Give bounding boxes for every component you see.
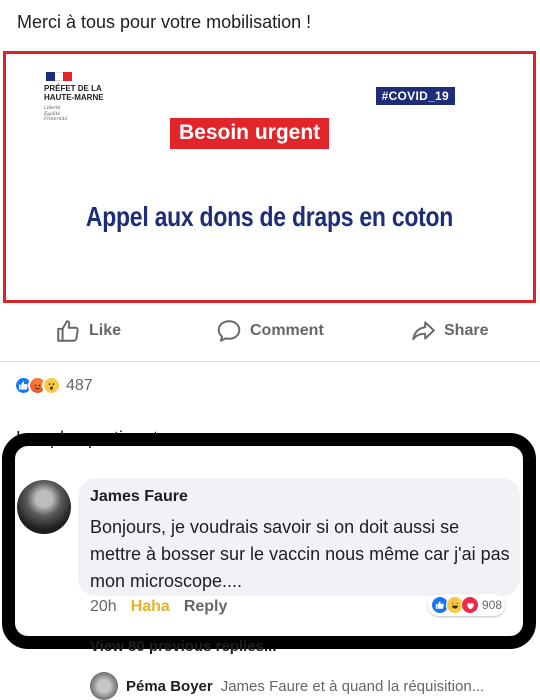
reaction-summary[interactable]: 487	[14, 376, 93, 395]
comment-author[interactable]: James Faure	[90, 488, 508, 506]
comment-time[interactable]: 20h	[90, 598, 117, 616]
comment-reaction-count: 908	[482, 598, 503, 612]
reply-avatar[interactable]	[90, 672, 118, 700]
reply-text: James Faure et à quand la réquisition...	[220, 677, 485, 695]
view-previous-replies[interactable]: View 80 previous replies...	[90, 638, 276, 655]
prefet-name: PRÉFET DE LA HAUTE-MARNE	[44, 84, 104, 102]
comment-reactions[interactable]: 908	[428, 594, 506, 616]
comment-icon	[217, 320, 241, 342]
french-flag-icon	[46, 72, 73, 81]
wow-reaction-icon	[42, 376, 61, 395]
comment-meta: 20h Haha Reply	[90, 598, 227, 616]
comment-button[interactable]: Comment	[216, 318, 324, 344]
love-reaction-icon	[461, 596, 479, 614]
avatar[interactable]	[17, 480, 71, 534]
comment-reaction-button[interactable]: Haha	[131, 598, 170, 616]
share-icon	[412, 321, 435, 341]
hashtag-badge: #COVID_19	[375, 87, 455, 105]
comment-label: Comment	[250, 322, 324, 339]
like-icon	[57, 320, 79, 342]
share-label: Share	[444, 322, 489, 339]
prefecture-logo: PRÉFET DE LA HAUTE-MARNE Liberté Égalité…	[44, 72, 134, 123]
actions-divider	[0, 361, 540, 362]
latest-reply: Péma Boyer James Faure et à quand la réq…	[90, 672, 484, 700]
comment-bubble: James Faure Bonjours, je voudrais savoir…	[78, 478, 520, 596]
like-button[interactable]: Like	[55, 318, 121, 344]
reply-button[interactable]: Reply	[184, 598, 228, 616]
headline: Appel aux dons de draps en coton	[85, 201, 454, 232]
urgent-banner: Besoin urgent	[170, 118, 330, 149]
reaction-count: 487	[66, 376, 93, 394]
post-image-card[interactable]: PRÉFET DE LA HAUTE-MARNE Liberté Égalité…	[3, 51, 536, 303]
share-button[interactable]: Share	[410, 318, 488, 344]
devise: Liberté Égalité Fraternité	[44, 106, 68, 122]
reply-author[interactable]: Péma Boyer	[126, 678, 213, 695]
comment-text: Bonjours, je voudrais savoir si on doit …	[90, 517, 510, 591]
like-label: Like	[89, 322, 122, 339]
post-actions: Like Comment Share	[0, 318, 540, 350]
post-text: Merci à tous pour votre mobilisation !	[17, 12, 312, 32]
